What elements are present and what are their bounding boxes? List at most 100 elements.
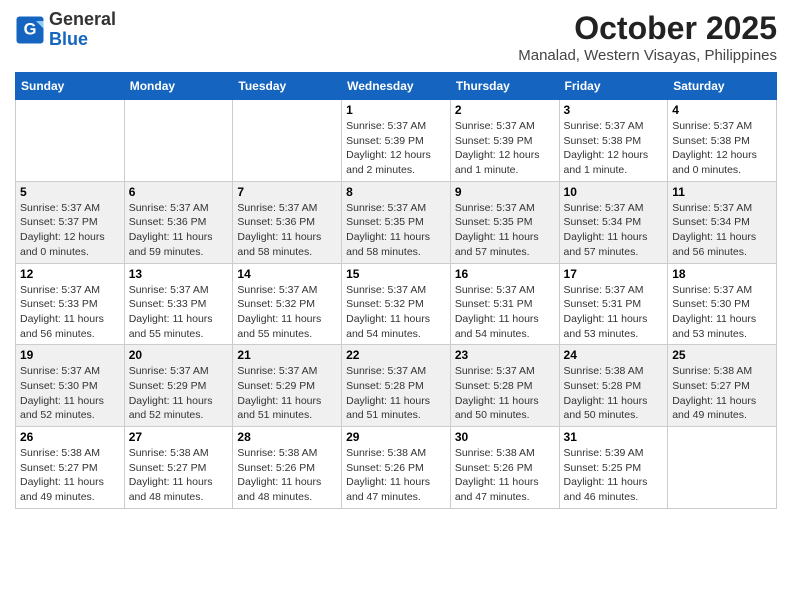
day-number: 12 — [20, 267, 120, 281]
day-number: 10 — [564, 185, 664, 199]
day-cell-3: 3 Sunrise: 5:37 AM Sunset: 5:38 PM Daylig… — [559, 100, 668, 182]
empty-cell — [16, 100, 125, 182]
empty-cell — [124, 100, 233, 182]
day-cell-9: 9 Sunrise: 5:37 AM Sunset: 5:35 PM Daylig… — [450, 181, 559, 263]
day-number: 15 — [346, 267, 446, 281]
day-info: Sunrise: 5:37 AM Sunset: 5:35 PM Dayligh… — [455, 201, 555, 260]
day-number: 19 — [20, 348, 120, 362]
empty-cell — [668, 427, 777, 509]
day-number: 21 — [237, 348, 337, 362]
week-row-5: 26 Sunrise: 5:38 AM Sunset: 5:27 PM Dayli… — [16, 427, 777, 509]
day-number: 9 — [455, 185, 555, 199]
day-cell-17: 17 Sunrise: 5:37 AM Sunset: 5:31 PM Dayli… — [559, 263, 668, 345]
day-number: 17 — [564, 267, 664, 281]
day-number: 20 — [129, 348, 229, 362]
day-cell-23: 23Sunrise: 5:37 AM Sunset: 5:28 PM Dayli… — [450, 345, 559, 427]
day-number: 26 — [20, 430, 120, 444]
day-number: 16 — [455, 267, 555, 281]
day-cell-1: 1 Sunrise: 5:37 AM Sunset: 5:39 PM Daylig… — [342, 100, 451, 182]
day-info: Sunrise: 5:38 AM Sunset: 5:27 PM Dayligh… — [20, 446, 120, 505]
page-container: G General Blue October 2025 Manalad, Wes… — [0, 0, 792, 519]
day-cell-19: 19 Sunrise: 5:37 AM Sunset: 5:30 PM Dayli… — [16, 345, 125, 427]
day-cell-7: 7Sunrise: 5:37 AM Sunset: 5:36 PM Daylig… — [233, 181, 342, 263]
day-info: Sunrise: 5:37 AM Sunset: 5:34 PM Dayligh… — [564, 201, 664, 260]
day-cell-21: 21 Sunrise: 5:37 AM Sunset: 5:29 PM Dayli… — [233, 345, 342, 427]
day-number: 31 — [564, 430, 664, 444]
day-info: Sunrise: 5:37 AM Sunset: 5:39 PM Dayligh… — [346, 119, 446, 178]
empty-cell — [233, 100, 342, 182]
day-number: 25 — [672, 348, 772, 362]
day-header-thursday: Thursday — [450, 73, 559, 100]
day-info: Sunrise: 5:38 AM Sunset: 5:26 PM Dayligh… — [237, 446, 337, 505]
day-cell-16: 16 Sunrise: 5:37 AM Sunset: 5:31 PM Dayli… — [450, 263, 559, 345]
location: Manalad, Western Visayas, Philippines — [518, 47, 777, 64]
day-info: Sunrise: 5:37 AM Sunset: 5:37 PM Dayligh… — [20, 201, 120, 260]
day-cell-10: 10 Sunrise: 5:37 AM Sunset: 5:34 PM Dayli… — [559, 181, 668, 263]
day-cell-26: 26 Sunrise: 5:38 AM Sunset: 5:27 PM Dayli… — [16, 427, 125, 509]
day-number: 18 — [672, 267, 772, 281]
day-info: Sunrise: 5:38 AM Sunset: 5:26 PM Dayligh… — [455, 446, 555, 505]
day-cell-20: 20 Sunrise: 5:37 AM Sunset: 5:29 PM Dayli… — [124, 345, 233, 427]
day-number: 23 — [455, 348, 555, 362]
day-cell-30: 30Sunrise: 5:38 AM Sunset: 5:26 PM Dayli… — [450, 427, 559, 509]
day-number: 1 — [346, 103, 446, 117]
day-info: Sunrise: 5:37 AM Sunset: 5:30 PM Dayligh… — [20, 364, 120, 423]
day-info: Sunrise: 5:37 AM Sunset: 5:31 PM Dayligh… — [455, 283, 555, 342]
day-cell-14: 14Sunrise: 5:37 AM Sunset: 5:32 PM Dayli… — [233, 263, 342, 345]
day-info: Sunrise: 5:37 AM Sunset: 5:32 PM Dayligh… — [346, 283, 446, 342]
day-info: Sunrise: 5:37 AM Sunset: 5:35 PM Dayligh… — [346, 201, 446, 260]
week-row-4: 19 Sunrise: 5:37 AM Sunset: 5:30 PM Dayli… — [16, 345, 777, 427]
day-number: 13 — [129, 267, 229, 281]
day-info: Sunrise: 5:37 AM Sunset: 5:28 PM Dayligh… — [346, 364, 446, 423]
day-number: 24 — [564, 348, 664, 362]
day-cell-11: 11 Sunrise: 5:37 AM Sunset: 5:34 PM Dayli… — [668, 181, 777, 263]
day-info: Sunrise: 5:38 AM Sunset: 5:28 PM Dayligh… — [564, 364, 664, 423]
day-cell-13: 13 Sunrise: 5:37 AM Sunset: 5:33 PM Dayli… — [124, 263, 233, 345]
day-number: 11 — [672, 185, 772, 199]
svg-text:G: G — [24, 20, 37, 38]
day-cell-31: 31 Sunrise: 5:39 AM Sunset: 5:25 PM Dayli… — [559, 427, 668, 509]
logo-icon: G — [15, 15, 45, 45]
day-info: Sunrise: 5:37 AM Sunset: 5:38 PM Dayligh… — [564, 119, 664, 178]
day-info: Sunrise: 5:37 AM Sunset: 5:29 PM Dayligh… — [237, 364, 337, 423]
day-info: Sunrise: 5:37 AM Sunset: 5:33 PM Dayligh… — [20, 283, 120, 342]
day-info: Sunrise: 5:37 AM Sunset: 5:34 PM Dayligh… — [672, 201, 772, 260]
day-cell-8: 8 Sunrise: 5:37 AM Sunset: 5:35 PM Daylig… — [342, 181, 451, 263]
day-info: Sunrise: 5:37 AM Sunset: 5:38 PM Dayligh… — [672, 119, 772, 178]
day-cell-4: 4Sunrise: 5:37 AM Sunset: 5:38 PM Daylig… — [668, 100, 777, 182]
day-info: Sunrise: 5:37 AM Sunset: 5:36 PM Dayligh… — [129, 201, 229, 260]
day-cell-29: 29Sunrise: 5:38 AM Sunset: 5:26 PM Dayli… — [342, 427, 451, 509]
logo: G General Blue — [15, 10, 116, 50]
day-number: 5 — [20, 185, 120, 199]
logo-general: General — [49, 10, 116, 30]
day-info: Sunrise: 5:37 AM Sunset: 5:33 PM Dayligh… — [129, 283, 229, 342]
day-cell-2: 2Sunrise: 5:37 AM Sunset: 5:39 PM Daylig… — [450, 100, 559, 182]
day-header-monday: Monday — [124, 73, 233, 100]
day-cell-24: 24 Sunrise: 5:38 AM Sunset: 5:28 PM Dayli… — [559, 345, 668, 427]
day-number: 8 — [346, 185, 446, 199]
day-info: Sunrise: 5:37 AM Sunset: 5:31 PM Dayligh… — [564, 283, 664, 342]
week-row-1: 1 Sunrise: 5:37 AM Sunset: 5:39 PM Daylig… — [16, 100, 777, 182]
day-number: 3 — [564, 103, 664, 117]
day-number: 2 — [455, 103, 555, 117]
logo-blue: Blue — [49, 30, 116, 50]
day-number: 6 — [129, 185, 229, 199]
day-cell-15: 15 Sunrise: 5:37 AM Sunset: 5:32 PM Dayli… — [342, 263, 451, 345]
day-number: 27 — [129, 430, 229, 444]
day-cell-6: 6 Sunrise: 5:37 AM Sunset: 5:36 PM Daylig… — [124, 181, 233, 263]
days-header-row: SundayMondayTuesdayWednesdayThursdayFrid… — [16, 73, 777, 100]
calendar: SundayMondayTuesdayWednesdayThursdayFrid… — [15, 72, 777, 509]
day-info: Sunrise: 5:38 AM Sunset: 5:26 PM Dayligh… — [346, 446, 446, 505]
week-row-3: 12 Sunrise: 5:37 AM Sunset: 5:33 PM Dayli… — [16, 263, 777, 345]
week-row-2: 5 Sunrise: 5:37 AM Sunset: 5:37 PM Daylig… — [16, 181, 777, 263]
day-header-tuesday: Tuesday — [233, 73, 342, 100]
logo-text: General Blue — [49, 10, 116, 50]
day-cell-12: 12 Sunrise: 5:37 AM Sunset: 5:33 PM Dayli… — [16, 263, 125, 345]
day-cell-25: 25Sunrise: 5:38 AM Sunset: 5:27 PM Dayli… — [668, 345, 777, 427]
day-header-wednesday: Wednesday — [342, 73, 451, 100]
day-header-saturday: Saturday — [668, 73, 777, 100]
day-info: Sunrise: 5:37 AM Sunset: 5:32 PM Dayligh… — [237, 283, 337, 342]
day-info: Sunrise: 5:39 AM Sunset: 5:25 PM Dayligh… — [564, 446, 664, 505]
day-info: Sunrise: 5:37 AM Sunset: 5:29 PM Dayligh… — [129, 364, 229, 423]
day-header-friday: Friday — [559, 73, 668, 100]
